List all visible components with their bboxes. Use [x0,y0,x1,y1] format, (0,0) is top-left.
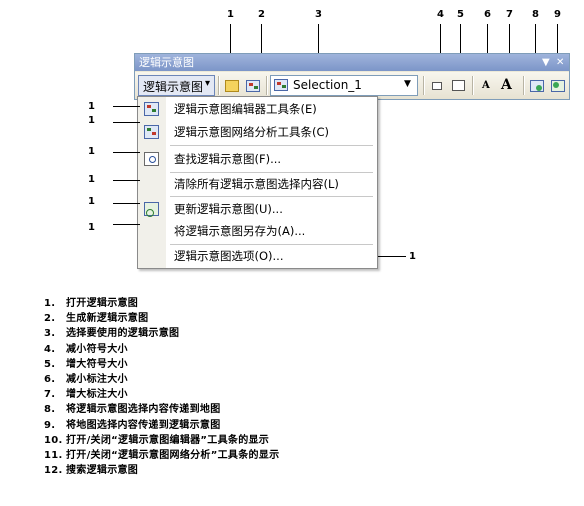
legend-item: 12. 搜索逻辑示意图 [44,465,139,477]
leader-line [113,180,140,181]
search-icon [144,152,159,166]
reduce-symbol-size-button[interactable] [427,75,447,96]
leader-line [113,224,140,225]
open-diagram-button[interactable] [221,75,241,96]
menu-item-label: 查找逻辑示意图(F)... [174,152,282,166]
schematic-toolbar-window: 逻辑示意图 ▼ ✕ 逻辑示意图 ▾ Selection_1 ▼ A A [134,53,570,100]
callout-5: 5 [457,9,464,20]
leader-line [113,152,140,153]
transfer-to-map-icon [530,80,544,92]
callout-12: 1 [88,146,95,157]
menu-item-label: 将逻辑示意图另存为(A)... [174,224,306,238]
leader-line [378,256,406,257]
close-icon[interactable]: ✕ [556,54,564,71]
chevron-down-icon: ▾ [205,78,211,89]
diagram-selection-dropdown[interactable]: Selection_1 ▼ [270,75,418,96]
legend-item: 4. 减小符号大小 [44,343,128,355]
menu-item-label: 逻辑示意图编辑器工具条(E) [174,102,317,116]
selection-icon [274,79,288,91]
reduce-symbol-icon [432,82,442,90]
toolbar-row: 逻辑示意图 ▾ Selection_1 ▼ A A [135,72,569,99]
menu-separator [170,145,373,146]
legend-item: 6. 减小标注大小 [44,373,128,385]
toolbar-title: 逻辑示意图 [139,56,194,69]
schematic-menu-button[interactable]: 逻辑示意图 ▾ [138,75,215,96]
callout-15: 1 [88,222,95,233]
toolbar-separator [218,76,220,95]
open-diagram-icon [225,80,239,92]
schematic-dropdown-menu: 逻辑示意图编辑器工具条(E) 逻辑示意图网络分析工具条(C) 查找逻辑示意图(F… [137,96,378,269]
reduce-label-icon: A [482,80,490,91]
leader-line [113,106,140,107]
transfer-selection-to-diagram-button[interactable] [547,75,567,96]
menu-item-network-analyst-toolbar[interactable]: 逻辑示意图网络分析工具条(C) [138,121,377,143]
legend-item: 5. 增大符号大小 [44,358,128,370]
callout-3: 3 [315,9,322,20]
network-analyst-toolbar-icon [144,125,159,139]
callout-8: 8 [532,9,539,20]
leader-line [113,122,140,123]
menu-item-diagram-options[interactable]: 逻辑示意图选项(O)... [138,245,377,267]
toolbar-separator [523,76,525,95]
menu-item-clear-selection[interactable]: 清除所有逻辑示意图选择内容(L) [138,173,377,195]
callout-7: 7 [506,9,513,20]
toolbar-separator [266,76,268,95]
legend-item: 7. 增大标注大小 [44,389,128,401]
callout-11: 1 [88,115,95,126]
enlarge-symbol-size-button[interactable] [448,75,468,96]
schematic-menu-label: 逻辑示意图 [143,80,204,94]
menu-separator [170,196,373,197]
menu-item-label: 逻辑示意图选项(O)... [174,249,284,263]
enlarge-symbol-icon [452,80,465,91]
legend-item: 8. 将逻辑示意图选择内容传递到地图 [44,404,221,416]
callout-10: 1 [88,101,95,112]
toolbar-separator [472,76,474,95]
legend-list: 1. 打开逻辑示意图 2. 生成新逻辑示意图 3. 选择要使用的逻辑示意图 4. 减小符… [44,294,564,476]
new-diagram-icon [246,80,260,92]
menu-item-label: 更新逻辑示意图(U)... [174,202,283,216]
legend-item: 3. 选择要使用的逻辑示意图 [44,328,180,340]
menu-item-save-diagram-as[interactable]: 将逻辑示意图另存为(A)... [138,220,377,242]
legend-item: 11. 打开/关闭“逻辑示意图网络分析”工具条的显示 [44,449,280,461]
callout-2: 2 [258,9,265,20]
callout-9: 9 [554,9,561,20]
legend-item: 1. 打开逻辑示意图 [44,298,139,309]
menu-item-editor-toolbar[interactable]: 逻辑示意图编辑器工具条(E) [138,98,377,120]
enlarge-label-icon: A [501,77,512,93]
toolbar-separator [423,76,425,95]
callout-13: 1 [88,174,95,185]
selection-value: Selection_1 [293,78,362,92]
legend-item: 9. 将地图选择内容传递到逻辑示意图 [44,419,221,431]
chevron-down-icon: ▼ [404,79,411,89]
menu-item-find-diagram[interactable]: 查找逻辑示意图(F)... [138,148,377,170]
editor-toolbar-icon [144,102,159,116]
callout-4: 4 [437,9,444,20]
new-diagram-button[interactable] [242,75,262,96]
callout-6: 6 [484,9,491,20]
leader-line [113,203,140,204]
menu-item-label: 清除所有逻辑示意图选择内容(L) [174,177,339,191]
menu-item-update-diagram[interactable]: 更新逻辑示意图(U)... [138,198,377,220]
enlarge-label-size-button[interactable]: A [497,75,519,96]
update-diagram-icon [144,202,159,217]
toolbar-menu-arrow-icon[interactable]: ▼ [542,54,550,71]
callout-14: 1 [88,196,95,207]
transfer-selection-to-map-button[interactable] [526,75,546,96]
callout-1: 1 [227,9,234,20]
callout-16: 1 [409,251,416,262]
legend-item: 2. 生成新逻辑示意图 [44,313,149,325]
legend-item: 10. 打开/关闭“逻辑示意图编辑器”工具条的显示 [44,434,270,446]
transfer-to-diagram-icon [551,80,565,92]
toolbar-titlebar[interactable]: 逻辑示意图 ▼ ✕ [135,54,569,71]
menu-item-label: 逻辑示意图网络分析工具条(C) [174,125,330,139]
reduce-label-size-button[interactable]: A [476,75,496,96]
